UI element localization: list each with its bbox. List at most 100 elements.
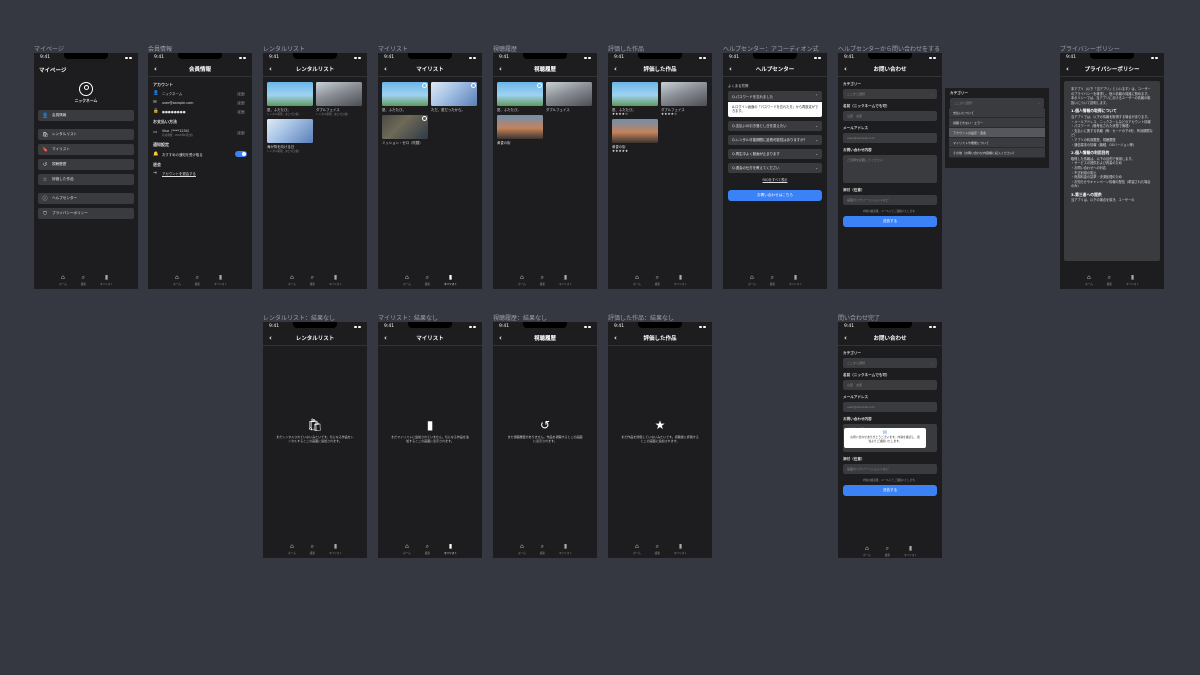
tab-mylist[interactable]: ▮ マイリスト [444, 274, 457, 286]
tab-home[interactable]: ⌂ ホーム [518, 543, 526, 555]
back-icon[interactable]: ‹ [269, 334, 272, 342]
menu-member[interactable]: 👤 会員情報 [38, 110, 134, 121]
tab-mylist[interactable]: ▮ マイリスト [559, 274, 572, 286]
email-input[interactable]: user@sample.com [843, 402, 937, 412]
back-icon[interactable]: ‹ [269, 65, 272, 73]
category-select[interactable]: ここから選択 ⌄ [950, 98, 1044, 108]
back-icon[interactable]: ‹ [1066, 65, 1069, 73]
tab-home[interactable]: ⌂ ホーム [1085, 274, 1093, 286]
history-card[interactable]: 黄昏の街 [497, 115, 543, 145]
back-icon[interactable]: ‹ [729, 65, 732, 73]
back-icon[interactable]: ‹ [384, 334, 387, 342]
tab-search[interactable]: ⌕ 検索 [310, 543, 315, 555]
tab-mylist[interactable]: ▮ マイリスト [789, 274, 802, 286]
tab-search[interactable]: ⌕ 検索 [540, 543, 545, 555]
attach-input[interactable]: 画面のスクリーンショットなど [843, 195, 937, 205]
menu-help[interactable]: ⓘ ヘルプセンター [38, 193, 134, 204]
menu-rental[interactable]: 🛍 レンタルリスト [38, 129, 134, 140]
tab-mylist[interactable]: ▮ マイリスト [444, 543, 457, 555]
faq-item[interactable]: Q.再生中よく動画が止まります ⌄ [728, 148, 822, 159]
submit-button[interactable]: 送信する [843, 484, 937, 496]
faq-item-open[interactable]: Q.パスワードを忘れました ⌃ [728, 91, 822, 101]
back-icon[interactable]: ‹ [499, 334, 502, 342]
mylist-card[interactable]: 夏、ふたたび。 [382, 82, 428, 112]
tab-home[interactable]: ⌂ ホーム [288, 543, 296, 555]
submit-button[interactable]: 送信する [843, 215, 937, 227]
category-option[interactable]: 支払いについて [949, 108, 1045, 118]
history-card[interactable]: 夏、ふたたび。 [497, 82, 543, 112]
tab-mylist[interactable]: ▮ マイリスト [214, 274, 227, 286]
menu-privacy[interactable]: ⛉ プライバシーポリシー [38, 208, 134, 219]
tab-home[interactable]: ⌂ ホーム [288, 274, 296, 286]
mylist-card[interactable]: ただ、夏だったから。 [431, 82, 477, 112]
tab-mylist[interactable]: ▮ マイリスト [329, 274, 342, 286]
tab-search[interactable]: ⌕ 検索 [655, 543, 660, 555]
notice-toggle[interactable] [235, 151, 247, 157]
faq-item[interactable]: Q.レンタル可能期間に延長可能性はありますか？ ⌄ [728, 134, 822, 145]
tab-mylist[interactable]: ▮ マイリスト [100, 274, 113, 286]
tab-mylist[interactable]: ▮ マイリスト [674, 543, 687, 555]
tab-home[interactable]: ⌂ ホーム [633, 274, 641, 286]
category-select[interactable]: ここから選択 ⌄ [843, 89, 937, 99]
menu-history[interactable]: ↺ 視聴履歴 [38, 159, 134, 170]
tab-search[interactable]: ⌕ 検索 [195, 274, 200, 286]
change-link[interactable]: ［変更］ [235, 110, 247, 114]
rental-card[interactable]: 海が背を向ける日 レンタル期限：あと5日(仮) [267, 119, 313, 153]
tab-home[interactable]: ⌂ ホーム [518, 274, 526, 286]
tab-search[interactable]: ⌕ 検索 [310, 274, 315, 286]
tab-home[interactable]: ⌂ ホーム [59, 274, 67, 286]
back-icon[interactable]: ‹ [844, 334, 847, 342]
rated-card[interactable]: 夏、ふたたび。 ★★★★☆ [612, 82, 658, 116]
rental-card[interactable]: 夏、ふたたび。 レンタル期限：あと3日(仮) [267, 82, 313, 116]
tab-home[interactable]: ⌂ ホーム [403, 274, 411, 286]
category-option[interactable]: マイリストや機能について [949, 138, 1045, 148]
history-card[interactable]: ダブルフェイス [546, 82, 592, 112]
favorite-icon[interactable] [422, 116, 427, 121]
back-icon[interactable]: ‹ [499, 65, 502, 73]
tab-search[interactable]: ⌕ 検索 [540, 274, 545, 286]
tab-home[interactable]: ⌂ ホーム [863, 545, 871, 557]
withdraw-row[interactable]: ⇥ アカウントを退会する [153, 171, 247, 176]
change-link[interactable]: ［変更］ [235, 101, 247, 105]
mylist-card[interactable]: ミッション・ゼロ（吹替） [382, 115, 428, 145]
change-link[interactable]: ［変更］ [235, 131, 247, 135]
category-option[interactable]: 視聴できない・エラー [949, 118, 1045, 128]
tab-search[interactable]: ⌕ 検索 [425, 543, 430, 555]
category-option[interactable]: アカウントの設定・退会 [949, 128, 1045, 138]
menu-rated[interactable]: ☆ 評価した作品 [38, 174, 134, 185]
change-link[interactable]: ［変更］ [235, 92, 247, 96]
menu-mylist[interactable]: 🔖 マイリスト [38, 144, 134, 155]
back-icon[interactable]: ‹ [614, 334, 617, 342]
tab-home[interactable]: ⌂ ホーム [633, 543, 641, 555]
back-icon[interactable]: ‹ [154, 65, 157, 73]
tab-home[interactable]: ⌂ ホーム [403, 543, 411, 555]
tab-mylist[interactable]: ▮ マイリスト [329, 543, 342, 555]
faq-item[interactable]: Q.退会の仕方を教えてください ⌄ [728, 162, 822, 173]
body-textarea[interactable]: ご質問を記載してください [843, 155, 937, 183]
category-option[interactable]: その他（お問い合わせ内容欄に記入ください） [949, 148, 1045, 158]
back-icon[interactable]: ‹ [844, 65, 847, 73]
favorite-icon[interactable] [471, 83, 476, 88]
tab-mylist[interactable]: ▮ マイリスト [904, 545, 917, 557]
back-icon[interactable]: ‹ [614, 65, 617, 73]
contact-button[interactable]: お問い合わせはこちら [728, 189, 822, 201]
tab-search[interactable]: ⌕ 検索 [770, 274, 775, 286]
tab-home[interactable]: ⌂ ホーム [748, 274, 756, 286]
tab-mylist[interactable]: ▮ マイリスト [1126, 274, 1139, 286]
tab-search[interactable]: ⌕ 検索 [885, 545, 890, 557]
all-faq-link[interactable]: FAQをすべて表示 [723, 177, 827, 182]
tab-search[interactable]: ⌕ 検索 [81, 274, 86, 286]
email-input[interactable]: user@sample.com [843, 133, 937, 143]
name-input[interactable]: 山田 太郎 [843, 380, 937, 390]
attach-input[interactable]: 画面のスクリーンショットなど [843, 464, 937, 474]
faq-item[interactable]: Q.支払いの引き落とし日を変えたい ⌄ [728, 120, 822, 131]
rated-card[interactable]: ダブルフェイス ★★★★☆ [661, 82, 707, 116]
tab-mylist[interactable]: ▮ マイリスト [674, 274, 687, 286]
favorite-icon[interactable] [537, 83, 542, 88]
rental-card[interactable]: ダブルフェイス レンタル期限：あと5日(仮) [316, 82, 362, 116]
tab-search[interactable]: ⌕ 検索 [425, 274, 430, 286]
tab-search[interactable]: ⌕ 検索 [655, 274, 660, 286]
favorite-icon[interactable] [422, 83, 427, 88]
back-icon[interactable]: ‹ [384, 65, 387, 73]
name-input[interactable]: 山田 太郎 [843, 111, 937, 121]
